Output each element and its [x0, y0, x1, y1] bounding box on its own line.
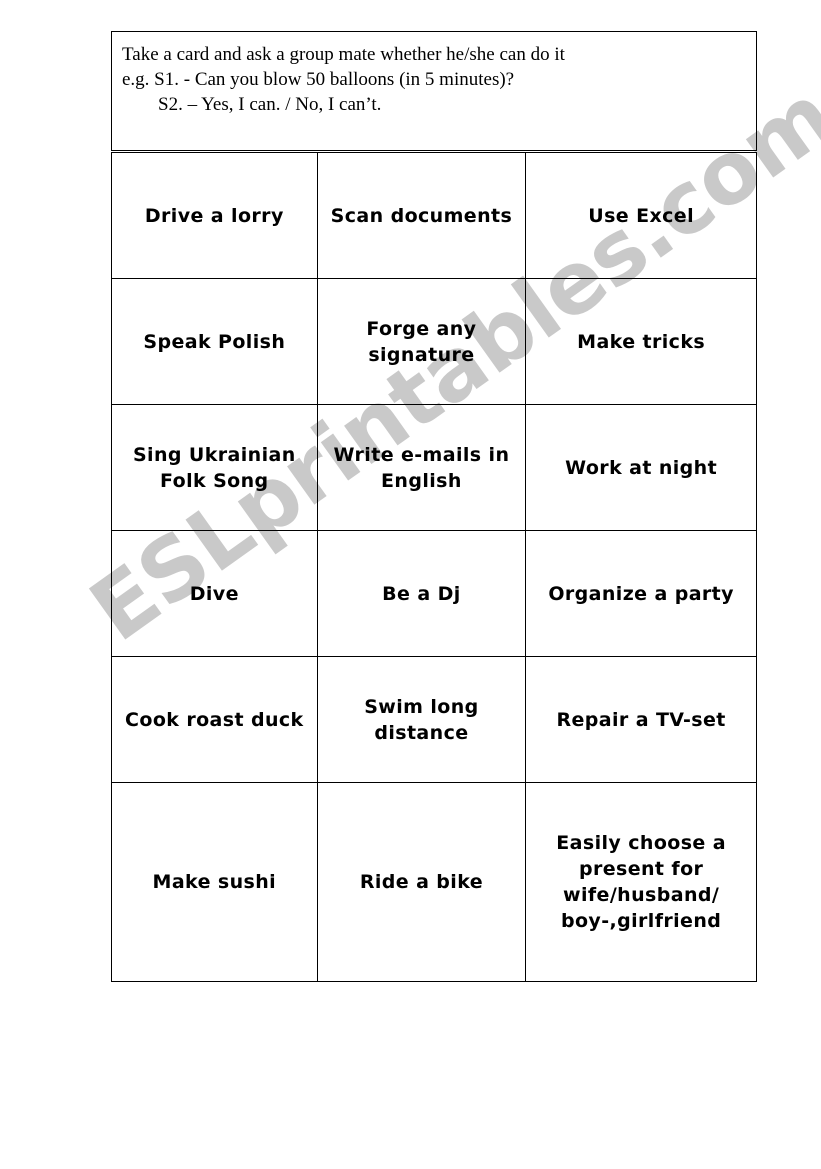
- card-label: Speak Polish: [143, 330, 286, 353]
- card-cell[interactable]: Speak Polish: [111, 278, 318, 405]
- card-label: Repair a TV-set: [556, 708, 726, 731]
- card-row: Make sushi Ride a bike Easily choose a p…: [111, 782, 757, 982]
- card-label: Be a Dj: [382, 582, 461, 605]
- card-cell[interactable]: Ride a bike: [316, 782, 527, 982]
- card-label: Easily choose a present for wife/husband…: [556, 832, 726, 932]
- card-label: Organize a party: [548, 582, 734, 605]
- card-label: Write e-mails in English: [333, 443, 510, 492]
- card-cell[interactable]: Dive: [111, 530, 318, 657]
- card-cell[interactable]: Organize a party: [525, 530, 757, 657]
- card-cell[interactable]: Repair a TV-set: [525, 656, 757, 783]
- card-cell[interactable]: Cook roast duck: [111, 656, 318, 783]
- card-row: Dive Be a Dj Organize a party: [111, 530, 757, 657]
- card-label: Cook roast duck: [125, 708, 304, 731]
- card-row: Speak Polish Forge any signature Make tr…: [111, 278, 757, 405]
- instruction-box: Take a card and ask a group mate whether…: [111, 31, 757, 151]
- card-cell[interactable]: Make tricks: [525, 278, 757, 405]
- instruction-line-1: Take a card and ask a group mate whether…: [122, 44, 565, 65]
- card-cell[interactable]: Write e-mails in English: [316, 404, 527, 531]
- card-label: Dive: [189, 582, 239, 605]
- card-label: Drive a lorry: [144, 204, 284, 227]
- card-cell[interactable]: Swim long distance: [316, 656, 527, 783]
- card-cell[interactable]: Sing Ukrainian Folk Song: [111, 404, 318, 531]
- card-label: Forge any signature: [366, 317, 477, 366]
- card-row: Sing Ukrainian Folk Song Write e-mails i…: [111, 404, 757, 531]
- card-cell[interactable]: Forge any signature: [316, 278, 527, 405]
- card-cell[interactable]: Work at night: [525, 404, 757, 531]
- card-row: Drive a lorry Scan documents Use Excel: [111, 152, 757, 279]
- card-cell[interactable]: Scan documents: [316, 152, 527, 279]
- instruction-line-2: e.g. S1. - Can you blow 50 balloons (in …: [122, 69, 515, 90]
- card-label: Work at night: [565, 456, 718, 479]
- card-label: Ride a bike: [359, 871, 484, 893]
- worksheet-page: ESLprintables.com Take a card and ask a …: [0, 0, 821, 1169]
- instruction-line-3: S2. – Yes, I can. / No, I can’t.: [158, 94, 382, 115]
- card-row: Cook roast duck Swim long distance Repai…: [111, 656, 757, 783]
- card-label: Swim long distance: [364, 695, 479, 744]
- card-cell[interactable]: Drive a lorry: [111, 152, 318, 279]
- card-cell[interactable]: Make sushi: [111, 782, 318, 982]
- card-label: Scan documents: [330, 204, 513, 227]
- card-cell[interactable]: Use Excel: [525, 152, 757, 279]
- card-label: Sing Ukrainian Folk Song: [132, 443, 296, 492]
- card-label: Make tricks: [577, 330, 706, 353]
- card-cell[interactable]: Be a Dj: [316, 530, 527, 657]
- card-cell[interactable]: Easily choose a present for wife/husband…: [525, 782, 757, 982]
- card-label: Make sushi: [152, 871, 277, 893]
- card-grid: Drive a lorry Scan documents Use Excel S…: [111, 152, 757, 982]
- card-label: Use Excel: [588, 204, 694, 227]
